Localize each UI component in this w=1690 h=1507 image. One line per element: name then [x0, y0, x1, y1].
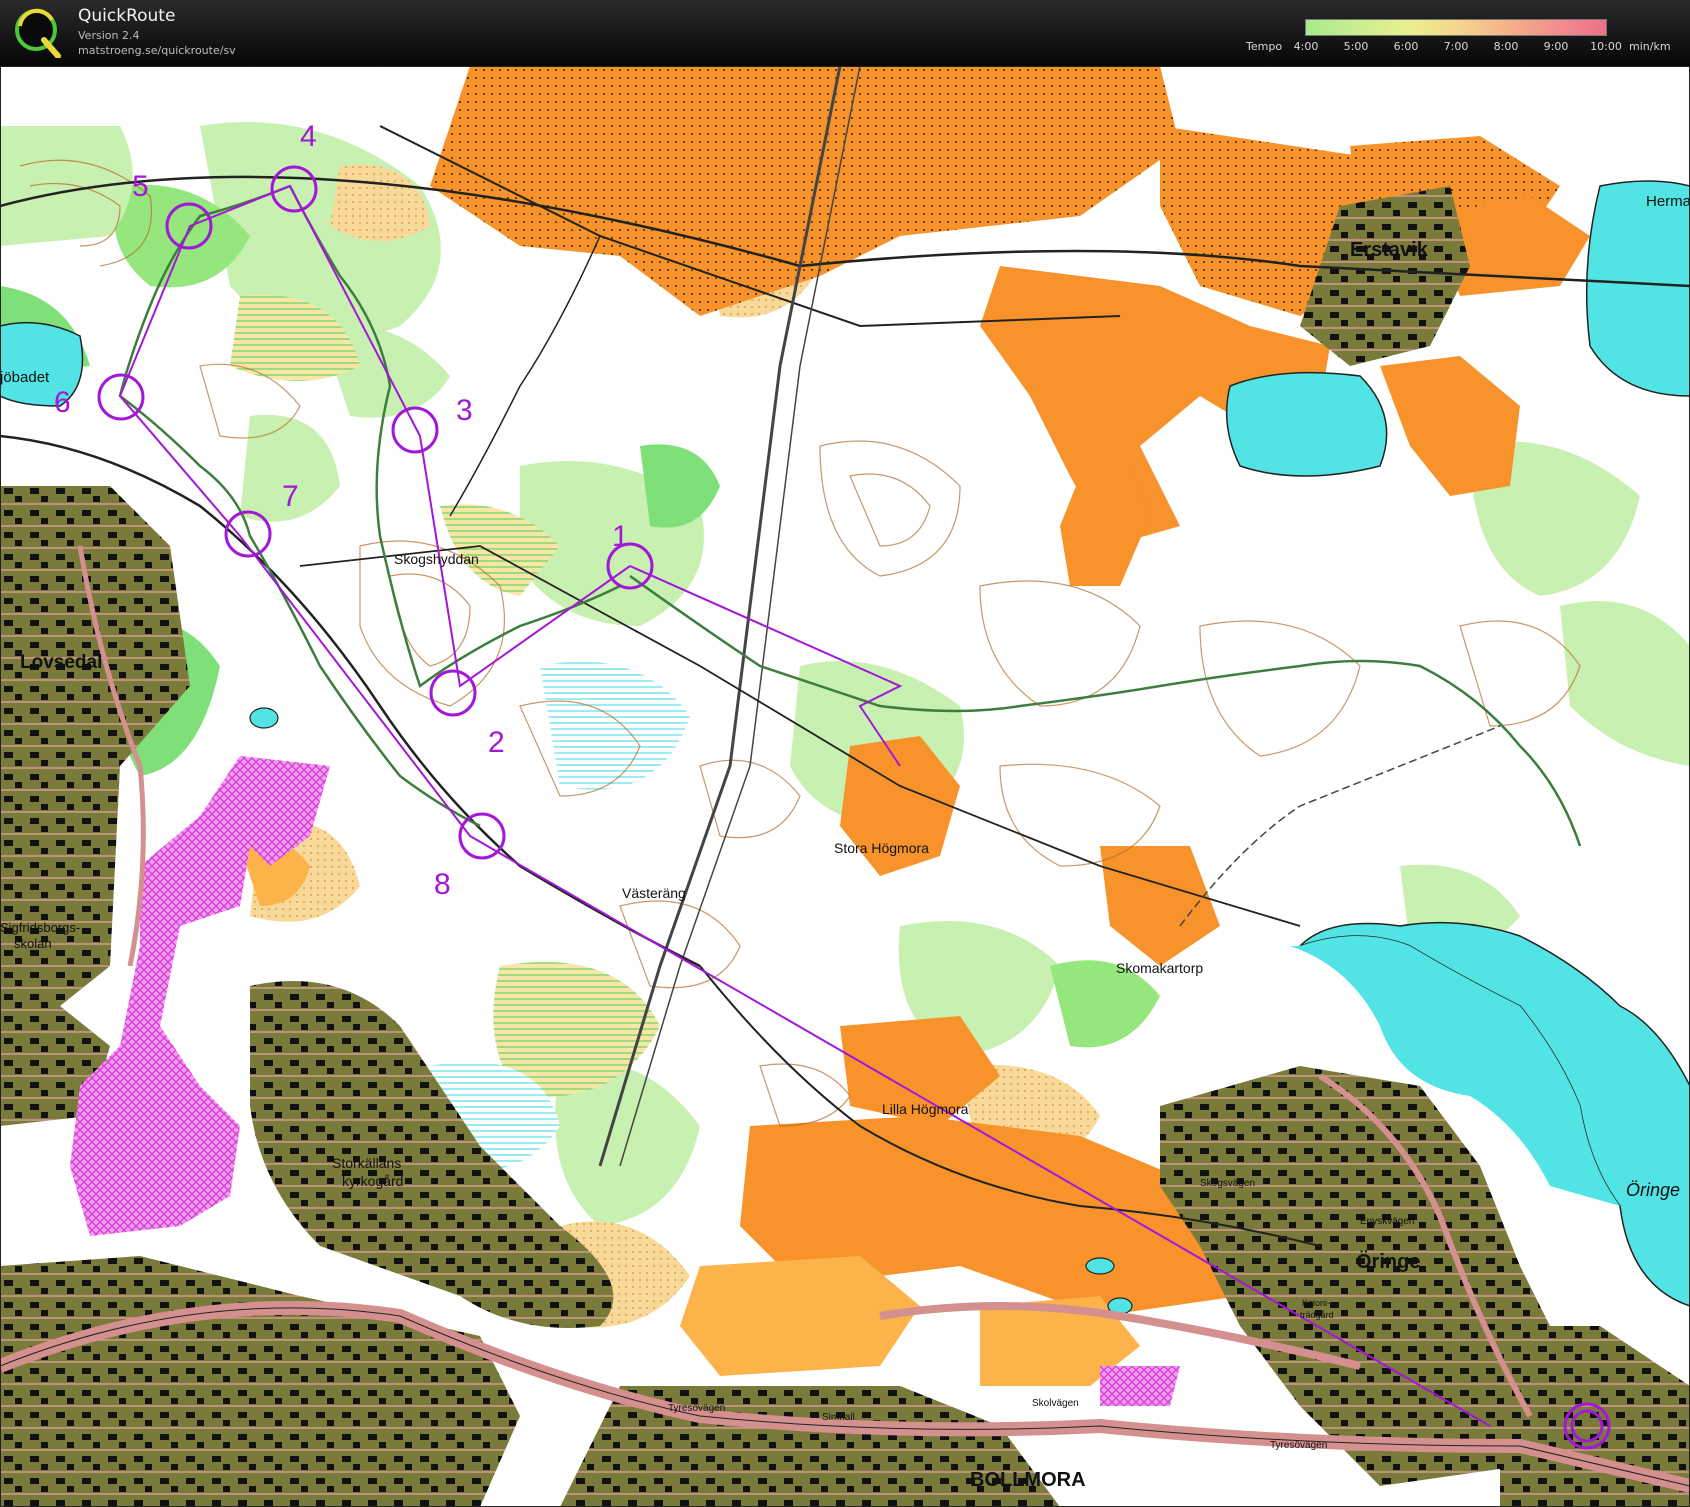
app-header: QuickRoute Version 2.4 matstroeng.se/qui…	[0, 0, 1690, 66]
label-tradgard: trädgård	[1300, 1310, 1334, 1320]
label-erstavik: Erstavik	[1350, 239, 1429, 261]
tempo-tick: 10:00	[1590, 40, 1622, 53]
label-stora-hogmora: Stora Högmora	[834, 840, 929, 856]
tempo-tick: 5:00	[1343, 40, 1369, 53]
control-number-7: 7	[282, 480, 299, 513]
label-oringe-lake: Öringe	[1626, 1180, 1680, 1200]
label-bollmora: BOLLMORA	[970, 1469, 1086, 1491]
control-number-4: 4	[300, 120, 317, 153]
label-skomakartorp: Skomakartorp	[1116, 960, 1203, 976]
label-storkallans: Storkällans	[332, 1155, 401, 1171]
tempo-tick: 9:00	[1543, 40, 1569, 53]
tempo-tick: 7:00	[1443, 40, 1469, 53]
control-number-5: 5	[132, 170, 149, 203]
orienteering-map[interactable]: 1 2 3 4 5 6 7 8 Erstavik Herma jöbadet S…	[0, 66, 1690, 1507]
tempo-tick: 4:00	[1293, 40, 1319, 53]
label-skolvagen: Skolvägen	[1032, 1398, 1079, 1409]
label-enskavagen: Enyskvägen	[1360, 1216, 1414, 1227]
map-canvas: 1 2 3 4 5 6 7 8 Erstavik Herma jöbadet S…	[0, 66, 1690, 1507]
app-version: Version 2.4	[78, 29, 140, 42]
tempo-tick: 6:00	[1393, 40, 1419, 53]
label-tyresovagen-2: Tyresövägen	[1270, 1440, 1327, 1451]
label-tyresovagen: Tyresövägen	[668, 1403, 725, 1414]
label-skolan: skolan	[14, 936, 52, 951]
label-herma: Herma	[1646, 193, 1690, 210]
label-jobadet: jöbadet	[0, 369, 50, 386]
control-number-3: 3	[456, 394, 473, 427]
tempo-tick: 8:00	[1493, 40, 1519, 53]
label-oringe: Öringe	[1356, 1250, 1420, 1273]
app-url: matstroeng.se/quickroute/sv	[78, 44, 236, 57]
tempo-label: Tempo	[1246, 40, 1283, 53]
control-number-6: 6	[54, 386, 71, 419]
control-number-8: 8	[434, 868, 451, 901]
label-kyrkogard: kyrkogård	[342, 1173, 403, 1189]
quickroute-logo-icon	[15, 8, 61, 58]
label-skogshyddan: Skogshyddan	[394, 551, 479, 567]
label-skogsvagen: Skogsvägen	[1200, 1178, 1255, 1189]
app-title: QuickRoute	[78, 6, 176, 26]
tempo-unit: min/km	[1629, 40, 1671, 53]
control-number-1: 1	[612, 520, 629, 553]
label-simhall: Simhall	[822, 1412, 855, 1423]
label-sigfridsborgs: Sigfridsborgs-	[0, 920, 80, 935]
control-number-2: 2	[488, 726, 505, 759]
label-lilla-hogmora: Lilla Högmora	[882, 1101, 969, 1117]
label-vasterang: Västeräng	[622, 885, 686, 901]
label-koloni: Koloni-	[1302, 1298, 1330, 1308]
tempo-color-scale	[1305, 19, 1607, 36]
label-lovsedal: Lovsedal	[20, 652, 102, 673]
